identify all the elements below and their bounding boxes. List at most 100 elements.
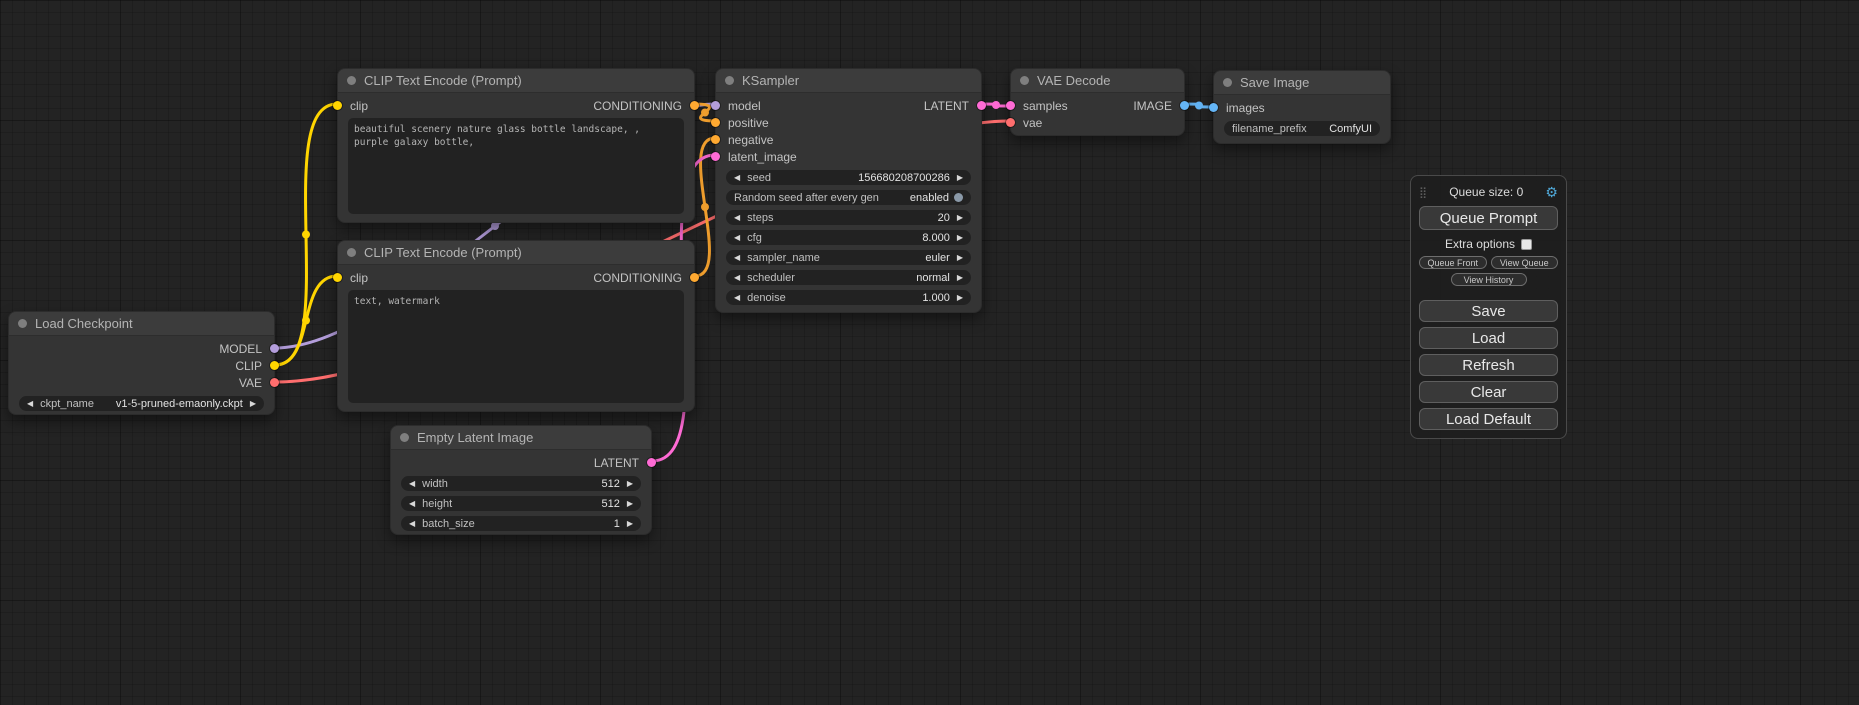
latent-output-port[interactable] [977, 101, 986, 110]
negative-prompt-textarea[interactable]: text, watermark [348, 290, 684, 403]
images-input-port[interactable] [1209, 103, 1218, 112]
model-input-port[interactable] [711, 101, 720, 110]
latent-image-input-port[interactable] [711, 152, 720, 161]
increment-arrow-icon[interactable]: ▶ [627, 480, 633, 488]
decrement-arrow-icon[interactable]: ◀ [734, 234, 740, 242]
decrement-arrow-icon[interactable]: ◀ [734, 274, 740, 282]
output-label: CONDITIONING [593, 99, 682, 113]
settings-gear-icon[interactable]: ⚙ [1545, 185, 1558, 199]
refresh-button[interactable]: Refresh [1419, 354, 1558, 376]
load-default-button[interactable]: Load Default [1419, 408, 1558, 430]
node-title: VAE Decode [1037, 73, 1110, 88]
height-widget[interactable]: ◀ height 512 ▶ [401, 496, 641, 511]
input-label: clip [350, 99, 368, 113]
latent-output-port[interactable] [647, 458, 656, 467]
node-title: Empty Latent Image [417, 430, 533, 445]
toggle-dot-icon[interactable] [954, 193, 963, 202]
filename-prefix-widget[interactable]: filename_prefix ComfyUI [1224, 121, 1380, 136]
increment-arrow-icon[interactable]: ▶ [627, 500, 633, 508]
widget-label: steps [747, 212, 773, 224]
model-output-port[interactable] [270, 344, 279, 353]
save-image-header[interactable]: Save Image [1214, 71, 1390, 95]
random-seed-toggle-widget[interactable]: Random seed after every gen enabled [726, 190, 971, 205]
decrement-arrow-icon[interactable]: ◀ [409, 520, 415, 528]
slot-row: samples IMAGE [1011, 97, 1184, 114]
increment-arrow-icon[interactable]: ▶ [957, 274, 963, 282]
clip-text-encode-negative-node[interactable]: CLIP Text Encode (Prompt) clip CONDITION… [337, 240, 695, 412]
view-history-button[interactable]: View History [1451, 273, 1527, 286]
seed-widget[interactable]: ◀ seed 156680208700286 ▶ [726, 170, 971, 185]
widget-label: scheduler [747, 272, 795, 284]
queue-front-button[interactable]: Queue Front [1419, 256, 1487, 269]
collapse-dot-icon[interactable] [18, 319, 27, 328]
decrement-arrow-icon[interactable]: ◀ [409, 480, 415, 488]
increment-arrow-icon[interactable]: ▶ [250, 400, 256, 408]
scheduler-widget[interactable]: ◀ scheduler normal ▶ [726, 270, 971, 285]
vae-output-port[interactable] [270, 378, 279, 387]
view-queue-button[interactable]: View Queue [1491, 256, 1559, 269]
increment-arrow-icon[interactable]: ▶ [957, 294, 963, 302]
conditioning-output-port[interactable] [690, 273, 699, 282]
save-button[interactable]: Save [1419, 300, 1558, 322]
clip-output-port[interactable] [270, 361, 279, 370]
positive-prompt-textarea[interactable]: beautiful scenery nature glass bottle la… [348, 118, 684, 214]
wire-midpoint-dot [701, 109, 709, 117]
collapse-dot-icon[interactable] [400, 433, 409, 442]
image-output-port[interactable] [1180, 101, 1189, 110]
increment-arrow-icon[interactable]: ▶ [957, 234, 963, 242]
increment-arrow-icon[interactable]: ▶ [627, 520, 633, 528]
slot-row: vae [1011, 114, 1184, 131]
denoise-widget[interactable]: ◀ denoise 1.000 ▶ [726, 290, 971, 305]
clip-positive-header[interactable]: CLIP Text Encode (Prompt) [338, 69, 694, 93]
steps-widget[interactable]: ◀ steps 20 ▶ [726, 210, 971, 225]
positive-input-port[interactable] [711, 118, 720, 127]
empty-latent-header[interactable]: Empty Latent Image [391, 426, 651, 450]
collapse-dot-icon[interactable] [1223, 78, 1232, 87]
width-widget[interactable]: ◀ width 512 ▶ [401, 476, 641, 491]
load-checkpoint-node[interactable]: Load Checkpoint MODEL CLIP VAE ◀ ckpt_na… [8, 311, 275, 415]
collapse-dot-icon[interactable] [1020, 76, 1029, 85]
batch-size-widget[interactable]: ◀ batch_size 1 ▶ [401, 516, 641, 531]
clip-input-port[interactable] [333, 101, 342, 110]
node-graph-canvas[interactable]: Load Checkpoint MODEL CLIP VAE ◀ ckpt_na… [0, 0, 1859, 705]
collapse-dot-icon[interactable] [725, 76, 734, 85]
ckpt-name-widget[interactable]: ◀ ckpt_name v1-5-pruned-emaonly.ckpt ▶ [19, 396, 264, 411]
clear-button[interactable]: Clear [1419, 381, 1558, 403]
vae-decode-node[interactable]: VAE Decode samples IMAGE vae [1010, 68, 1185, 136]
widget-value: 512 [601, 478, 619, 490]
clip-negative-header[interactable]: CLIP Text Encode (Prompt) [338, 241, 694, 265]
clip-text-encode-positive-node[interactable]: CLIP Text Encode (Prompt) clip CONDITION… [337, 68, 695, 223]
load-checkpoint-header[interactable]: Load Checkpoint [9, 312, 274, 336]
extra-options-checkbox[interactable] [1521, 239, 1532, 250]
clip-input-port[interactable] [333, 273, 342, 282]
increment-arrow-icon[interactable]: ▶ [957, 214, 963, 222]
queue-prompt-button[interactable]: Queue Prompt [1419, 206, 1558, 230]
vae-decode-header[interactable]: VAE Decode [1011, 69, 1184, 93]
decrement-arrow-icon[interactable]: ◀ [734, 294, 740, 302]
collapse-dot-icon[interactable] [347, 248, 356, 257]
increment-arrow-icon[interactable]: ▶ [957, 174, 963, 182]
decrement-arrow-icon[interactable]: ◀ [734, 214, 740, 222]
decrement-arrow-icon[interactable]: ◀ [409, 500, 415, 508]
load-button[interactable]: Load [1419, 327, 1558, 349]
conditioning-output-port[interactable] [690, 101, 699, 110]
decrement-arrow-icon[interactable]: ◀ [734, 254, 740, 262]
input-label: positive [728, 116, 769, 130]
vae-input-port[interactable] [1006, 118, 1015, 127]
negative-input-port[interactable] [711, 135, 720, 144]
ksampler-node[interactable]: KSampler model LATENT positive negative … [715, 68, 982, 313]
decrement-arrow-icon[interactable]: ◀ [27, 400, 33, 408]
collapse-dot-icon[interactable] [347, 76, 356, 85]
drag-handle-icon[interactable]: ⣿ [1419, 186, 1427, 199]
output-label: IMAGE [1133, 99, 1172, 113]
save-image-node[interactable]: Save Image images filename_prefix ComfyU… [1213, 70, 1391, 144]
input-label: negative [728, 133, 773, 147]
ksampler-header[interactable]: KSampler [716, 69, 981, 93]
empty-latent-image-node[interactable]: Empty Latent Image LATENT ◀ width 512 ▶ … [390, 425, 652, 535]
increment-arrow-icon[interactable]: ▶ [957, 254, 963, 262]
decrement-arrow-icon[interactable]: ◀ [734, 174, 740, 182]
input-label: vae [1023, 116, 1042, 130]
sampler-name-widget[interactable]: ◀ sampler_name euler ▶ [726, 250, 971, 265]
samples-input-port[interactable] [1006, 101, 1015, 110]
cfg-widget[interactable]: ◀ cfg 8.000 ▶ [726, 230, 971, 245]
